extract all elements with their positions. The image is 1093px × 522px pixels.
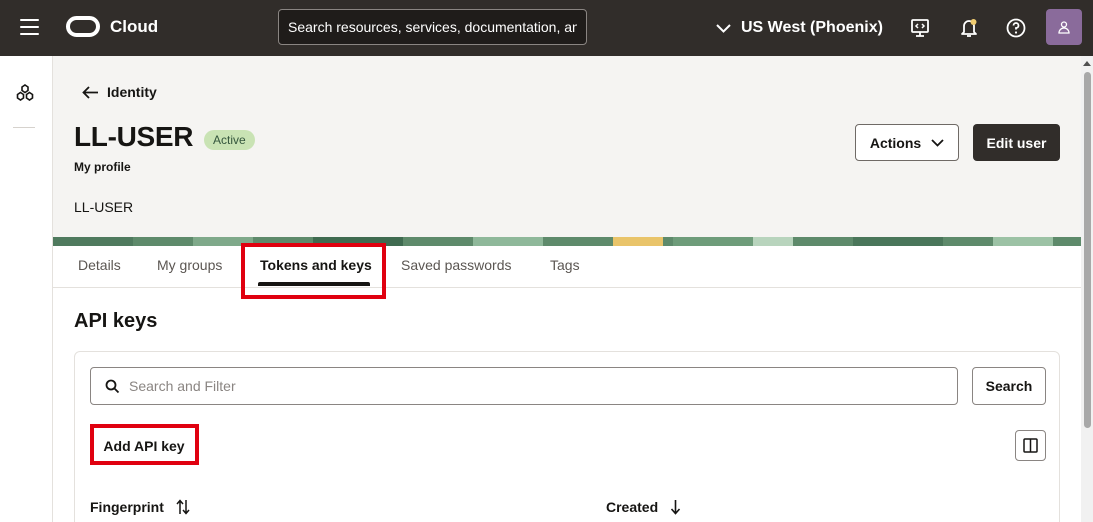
tab-tokens-and-keys[interactable]: Tokens and keys: [260, 257, 372, 273]
tab-my-groups[interactable]: My groups: [157, 257, 222, 273]
global-search-input[interactable]: [279, 10, 586, 44]
scroll-thumb[interactable]: [1084, 72, 1091, 428]
active-tab-indicator: [258, 282, 370, 286]
chevron-down-icon: [716, 23, 731, 33]
left-rail: [0, 56, 53, 522]
page-header: Identity LL-USER Active My profile LL-US…: [53, 56, 1081, 238]
identity-icon[interactable]: [14, 82, 36, 104]
search-icon: [105, 379, 120, 394]
chevron-down-icon: [931, 138, 944, 147]
user-name-text: LL-USER: [74, 199, 134, 215]
oracle-logo[interactable]: [66, 16, 100, 37]
region-label: US West (Phoenix): [741, 19, 883, 36]
page-scrollbar[interactable]: [1081, 56, 1093, 522]
global-search[interactable]: [278, 9, 587, 45]
back-to-identity-link[interactable]: Identity: [82, 84, 157, 100]
search-button[interactable]: Search: [972, 367, 1046, 405]
page-title: LL-USER: [74, 121, 194, 152]
column-settings-button[interactable]: [1015, 430, 1046, 461]
user-icon: [1058, 21, 1070, 34]
menu-icon[interactable]: [20, 19, 39, 35]
help-icon[interactable]: [1005, 17, 1027, 39]
column-label: Created: [606, 499, 659, 515]
actions-menu-button[interactable]: Actions: [855, 124, 959, 161]
top-navigation-bar: Cloud US West (Phoenix): [0, 0, 1093, 56]
filter-field[interactable]: [90, 367, 958, 405]
sort-icon: [176, 499, 190, 515]
tab-bar: Details My groups Tokens and keys Saved …: [53, 246, 1081, 288]
back-link-label: Identity: [107, 84, 157, 100]
column-header-created[interactable]: Created: [606, 499, 681, 515]
tab-saved-passwords[interactable]: Saved passwords: [401, 257, 512, 273]
developer-tools-icon[interactable]: [909, 17, 931, 39]
profile-icon[interactable]: [1046, 9, 1082, 45]
scroll-up-icon[interactable]: [1083, 61, 1091, 66]
columns-icon: [1023, 438, 1038, 453]
rail-divider: [13, 127, 35, 128]
section-title: API keys: [74, 310, 158, 332]
actions-label: Actions: [869, 134, 922, 151]
page-subtitle: My profile: [74, 160, 131, 174]
edit-user-button[interactable]: Edit user: [973, 124, 1060, 161]
column-label: Fingerprint: [90, 499, 164, 515]
notifications-icon[interactable]: [958, 17, 980, 39]
tab-details[interactable]: Details: [78, 257, 121, 273]
region-selector[interactable]: US West (Phoenix): [716, 17, 883, 39]
filter-input[interactable]: [91, 368, 957, 404]
decorative-banner: [53, 237, 1081, 246]
tab-tags[interactable]: Tags: [550, 257, 580, 273]
sort-descending-icon: [671, 500, 681, 515]
status-badge: Active: [204, 130, 255, 150]
column-header-fingerprint[interactable]: Fingerprint: [90, 499, 190, 515]
brand-label[interactable]: Cloud: [110, 17, 158, 37]
add-api-key-button[interactable]: Add API key: [91, 427, 197, 465]
api-keys-card: Search Add API key Fingerprint Created: [74, 351, 1060, 522]
arrow-left-icon: [82, 85, 98, 99]
